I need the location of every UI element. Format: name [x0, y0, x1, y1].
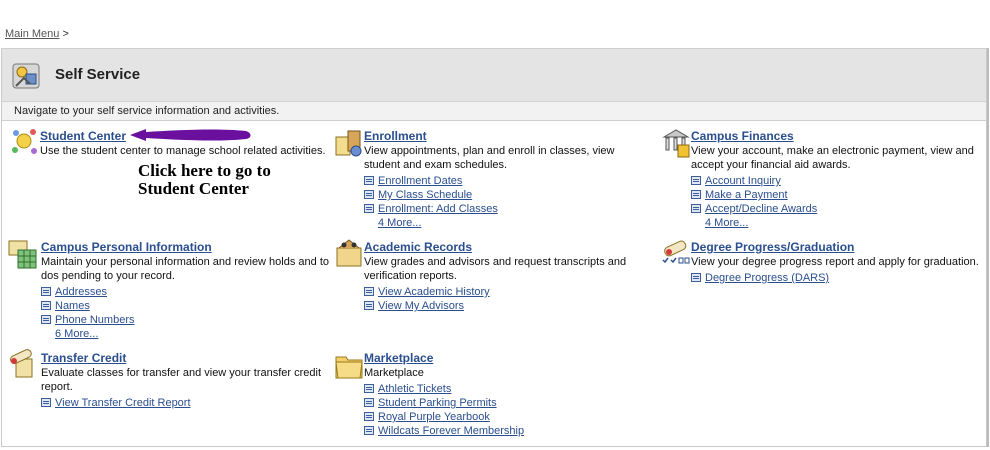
- view-academic-history-link[interactable]: View Academic History: [378, 286, 490, 298]
- page-link-icon: [364, 287, 374, 296]
- academic-records-icon: [336, 239, 362, 267]
- instructions-bar: Navigate to your self service informatio…: [2, 102, 986, 121]
- list-item: View Academic History: [364, 285, 644, 299]
- my-class-schedule-link[interactable]: My Class Schedule: [378, 189, 472, 201]
- page-link-icon: [364, 301, 374, 310]
- campus-finances-desc: View your account, make an electronic pa…: [691, 145, 974, 171]
- degree-progress-icon: [662, 240, 690, 264]
- personal-info-links: Addresses Names Phone Numbers: [41, 285, 333, 327]
- degree-progress-links: Degree Progress (DARS): [691, 271, 983, 285]
- list-item: Enrollment Dates: [364, 174, 644, 188]
- enrollment-link[interactable]: Enrollment: [364, 129, 644, 143]
- instructions-text: Navigate to your self service informatio…: [14, 105, 280, 117]
- finances-more-link[interactable]: 4 More...: [705, 217, 748, 229]
- transfer-credit-link[interactable]: Transfer Credit: [41, 351, 326, 365]
- panel-right-edge: [987, 48, 989, 447]
- annotation-arrow-icon: [130, 129, 251, 141]
- academic-records-desc: View grades and advisors and request tra…: [364, 256, 627, 282]
- list-item: My Class Schedule: [364, 188, 644, 202]
- student-center-desc: Use the student center to manage school …: [40, 145, 326, 157]
- list-item: Make a Payment: [691, 188, 983, 202]
- list-item: View Transfer Credit Report: [41, 396, 326, 410]
- degree-progress-desc: View your degree progress report and app…: [691, 256, 979, 268]
- names-link[interactable]: Names: [55, 300, 90, 312]
- list-item: Names: [41, 299, 333, 313]
- account-inquiry-link[interactable]: Account Inquiry: [705, 175, 781, 187]
- transfer-credit-desc: Evaluate classes for transfer and view y…: [41, 367, 322, 393]
- campus-finances-icon: [662, 129, 690, 158]
- list-item: Enrollment: Add Classes: [364, 202, 644, 216]
- self-service-icon: [12, 63, 40, 89]
- transfer-credit-icon: [10, 349, 33, 378]
- page-link-icon: [691, 273, 701, 282]
- breadcrumb: Main Menu >: [5, 28, 69, 40]
- annotation-line-2: Student Center: [138, 179, 249, 198]
- page-link-icon: [41, 301, 51, 310]
- marketplace-links: Athletic Tickets Student Parking Permits…: [364, 382, 644, 438]
- page-link-icon: [364, 398, 374, 407]
- page-link-icon: [364, 190, 374, 199]
- phone-numbers-link[interactable]: Phone Numbers: [55, 314, 135, 326]
- breadcrumb-main-menu-link[interactable]: Main Menu: [5, 28, 59, 40]
- page-link-icon: [691, 176, 701, 185]
- enrollment-more-link[interactable]: 4 More...: [378, 217, 421, 229]
- list-item: Addresses: [41, 285, 333, 299]
- royal-purple-yearbook-link[interactable]: Royal Purple Yearbook: [378, 411, 490, 423]
- wildcats-forever-membership-link[interactable]: Wildcats Forever Membership: [378, 425, 524, 437]
- enrollment-add-classes-link[interactable]: Enrollment: Add Classes: [378, 203, 498, 215]
- addresses-link[interactable]: Addresses: [55, 286, 107, 298]
- page-link-icon: [364, 426, 374, 435]
- page-link-icon: [41, 287, 51, 296]
- page-link-icon: [691, 190, 701, 199]
- personal-info-desc: Maintain your personal information and r…: [41, 256, 329, 282]
- marketplace-link[interactable]: Marketplace: [364, 351, 644, 365]
- transfer-credit-links: View Transfer Credit Report: [41, 396, 326, 410]
- enrollment-dates-link[interactable]: Enrollment Dates: [378, 175, 462, 187]
- make-payment-link[interactable]: Make a Payment: [705, 189, 788, 201]
- student-parking-permits-link[interactable]: Student Parking Permits: [378, 397, 497, 409]
- view-transfer-credit-report-link[interactable]: View Transfer Credit Report: [55, 397, 191, 409]
- degree-progress-dars-link[interactable]: Degree Progress (DARS): [705, 272, 829, 284]
- page-link-icon: [364, 412, 374, 421]
- academic-records-link[interactable]: Academic Records: [364, 240, 644, 254]
- enrollment-icon: [335, 130, 362, 157]
- page-link-icon: [41, 315, 51, 324]
- list-item: Phone Numbers: [41, 313, 333, 327]
- page-title: Self Service: [55, 66, 141, 83]
- personal-info-icon: [8, 240, 37, 269]
- list-item: Athletic Tickets: [364, 382, 644, 396]
- page-link-icon: [364, 384, 374, 393]
- campus-finances-link[interactable]: Campus Finances: [691, 129, 983, 143]
- view-my-advisors-link[interactable]: View My Advisors: [378, 300, 464, 312]
- academic-records-links: View Academic History View My Advisors: [364, 285, 644, 313]
- annotation-caption: Click here to go to Student Center: [138, 162, 271, 198]
- breadcrumb-separator: >: [62, 28, 69, 40]
- page-header: Self Service: [2, 49, 986, 102]
- list-item: Accept/Decline Awards: [691, 202, 983, 216]
- page-link-icon: [41, 398, 51, 407]
- page-link-icon: [364, 204, 374, 213]
- list-item: View My Advisors: [364, 299, 644, 313]
- list-item: Wildcats Forever Membership: [364, 424, 644, 438]
- enrollment-links: Enrollment Dates My Class Schedule Enrol…: [364, 174, 644, 216]
- list-item: Royal Purple Yearbook: [364, 410, 644, 424]
- self-service-panel: Self Service Navigate to your self servi…: [1, 48, 987, 447]
- list-item: Degree Progress (DARS): [691, 271, 983, 285]
- marketplace-desc: Marketplace: [364, 367, 424, 379]
- page-link-icon: [691, 204, 701, 213]
- degree-progress-link[interactable]: Degree Progress/Graduation: [691, 240, 983, 254]
- list-item: Account Inquiry: [691, 174, 983, 188]
- page-link-icon: [364, 176, 374, 185]
- list-item: Student Parking Permits: [364, 396, 644, 410]
- personal-info-link[interactable]: Campus Personal Information: [41, 240, 333, 254]
- marketplace-icon: [335, 356, 363, 379]
- personal-more-link[interactable]: 6 More...: [55, 328, 98, 340]
- annotation-line-1: Click here to go to: [138, 161, 271, 180]
- campus-finances-links: Account Inquiry Make a Payment Accept/De…: [691, 174, 983, 216]
- student-center-icon: [12, 129, 37, 154]
- enrollment-desc: View appointments, plan and enroll in cl…: [364, 145, 615, 171]
- accept-decline-awards-link[interactable]: Accept/Decline Awards: [705, 203, 817, 215]
- athletic-tickets-link[interactable]: Athletic Tickets: [378, 383, 451, 395]
